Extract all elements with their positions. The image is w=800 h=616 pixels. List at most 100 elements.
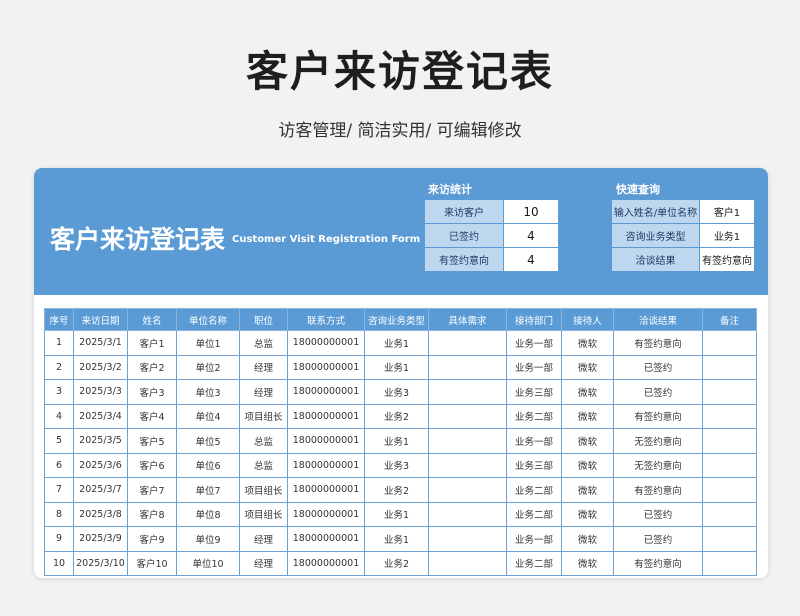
col-index-cell[interactable]: 8 (44, 501, 74, 527)
col-department-cell[interactable]: 业务一部 (506, 428, 562, 454)
col-receptionist-cell[interactable]: 微软 (561, 452, 614, 478)
col-department-cell[interactable]: 业务二部 (506, 403, 562, 429)
col-company-cell[interactable]: 单位4 (176, 403, 240, 429)
col-result-cell[interactable]: 已签约 (613, 526, 703, 552)
col-index-cell[interactable]: 5 (44, 428, 74, 454)
col-remark-cell[interactable] (702, 403, 757, 429)
col-company-cell[interactable]: 单位1 (176, 330, 240, 356)
col-visit-date-cell[interactable]: 2025/3/8 (73, 501, 128, 527)
query-business-input[interactable]: 业务1 (699, 223, 755, 248)
col-index-cell[interactable]: 4 (44, 403, 74, 429)
col-company-cell[interactable]: 单位7 (176, 477, 240, 503)
col-department-cell[interactable]: 业务二部 (506, 501, 562, 527)
col-receptionist-cell[interactable]: 微软 (561, 428, 614, 454)
col-contact-cell[interactable]: 18000000001 (287, 477, 365, 503)
col-business-type-cell[interactable]: 业务3 (364, 379, 429, 405)
col-result-cell[interactable]: 无签约意向 (613, 428, 703, 454)
col-contact-cell[interactable]: 18000000001 (287, 550, 365, 576)
col-name-cell[interactable]: 客户10 (127, 550, 177, 576)
col-remark-cell[interactable] (702, 330, 757, 356)
col-business-type-cell[interactable]: 业务1 (364, 526, 429, 552)
col-name-cell[interactable]: 客户4 (127, 403, 177, 429)
col-receptionist-cell[interactable]: 微软 (561, 403, 614, 429)
col-requirement-cell[interactable] (428, 403, 507, 429)
col-name-cell[interactable]: 客户5 (127, 428, 177, 454)
col-result-cell[interactable]: 有签约意向 (613, 330, 703, 356)
col-requirement-cell[interactable] (428, 550, 507, 576)
col-result-cell[interactable]: 无签约意向 (613, 452, 703, 478)
col-remark-cell[interactable] (702, 550, 757, 576)
col-receptionist-cell[interactable]: 微软 (561, 354, 614, 380)
col-name-cell[interactable]: 客户7 (127, 477, 177, 503)
col-department-cell[interactable]: 业务三部 (506, 379, 562, 405)
col-visit-date-cell[interactable]: 2025/3/1 (73, 330, 128, 356)
col-result-cell[interactable]: 有签约意向 (613, 550, 703, 576)
col-remark-cell[interactable] (702, 477, 757, 503)
col-result-cell[interactable]: 有签约意向 (613, 403, 703, 429)
col-index-cell[interactable]: 3 (44, 379, 74, 405)
col-result-cell[interactable]: 已签约 (613, 354, 703, 380)
col-requirement-cell[interactable] (428, 452, 507, 478)
col-contact-cell[interactable]: 18000000001 (287, 403, 365, 429)
col-department-cell[interactable]: 业务一部 (506, 354, 562, 380)
col-business-type-cell[interactable]: 业务2 (364, 550, 429, 576)
col-contact-cell[interactable]: 18000000001 (287, 428, 365, 454)
col-business-type-cell[interactable]: 业务1 (364, 501, 429, 527)
col-position-cell[interactable]: 经理 (239, 379, 288, 405)
col-position-cell[interactable]: 项目组长 (239, 403, 288, 429)
col-visit-date-cell[interactable]: 2025/3/9 (73, 526, 128, 552)
col-remark-cell[interactable] (702, 428, 757, 454)
col-position-cell[interactable]: 总监 (239, 452, 288, 478)
col-department-cell[interactable]: 业务二部 (506, 550, 562, 576)
col-remark-cell[interactable] (702, 354, 757, 380)
col-receptionist-cell[interactable]: 微软 (561, 477, 614, 503)
col-contact-cell[interactable]: 18000000001 (287, 354, 365, 380)
col-contact-cell[interactable]: 18000000001 (287, 330, 365, 356)
col-index-cell[interactable]: 6 (44, 452, 74, 478)
col-index-cell[interactable]: 9 (44, 526, 74, 552)
stats-value[interactable]: 4 (503, 223, 559, 248)
query-name-input[interactable]: 客户1 (699, 199, 755, 224)
col-result-cell[interactable]: 有签约意向 (613, 477, 703, 503)
col-position-cell[interactable]: 总监 (239, 330, 288, 356)
col-visit-date-cell[interactable]: 2025/3/10 (73, 550, 128, 576)
col-position-cell[interactable]: 经理 (239, 354, 288, 380)
col-visit-date-cell[interactable]: 2025/3/2 (73, 354, 128, 380)
col-department-cell[interactable]: 业务一部 (506, 330, 562, 356)
col-business-type-cell[interactable]: 业务1 (364, 428, 429, 454)
col-business-type-cell[interactable]: 业务2 (364, 403, 429, 429)
col-position-cell[interactable]: 项目组长 (239, 477, 288, 503)
col-remark-cell[interactable] (702, 452, 757, 478)
col-name-cell[interactable]: 客户6 (127, 452, 177, 478)
col-business-type-cell[interactable]: 业务1 (364, 330, 429, 356)
col-company-cell[interactable]: 单位8 (176, 501, 240, 527)
col-index-cell[interactable]: 2 (44, 354, 74, 380)
col-company-cell[interactable]: 单位2 (176, 354, 240, 380)
col-visit-date-cell[interactable]: 2025/3/7 (73, 477, 128, 503)
col-result-cell[interactable]: 已签约 (613, 501, 703, 527)
col-company-cell[interactable]: 单位5 (176, 428, 240, 454)
col-contact-cell[interactable]: 18000000001 (287, 501, 365, 527)
col-department-cell[interactable]: 业务三部 (506, 452, 562, 478)
col-visit-date-cell[interactable]: 2025/3/3 (73, 379, 128, 405)
col-name-cell[interactable]: 客户2 (127, 354, 177, 380)
col-requirement-cell[interactable] (428, 526, 507, 552)
col-requirement-cell[interactable] (428, 330, 507, 356)
col-remark-cell[interactable] (702, 501, 757, 527)
col-visit-date-cell[interactable]: 2025/3/5 (73, 428, 128, 454)
col-position-cell[interactable]: 项目组长 (239, 501, 288, 527)
col-requirement-cell[interactable] (428, 379, 507, 405)
col-receptionist-cell[interactable]: 微软 (561, 379, 614, 405)
col-receptionist-cell[interactable]: 微软 (561, 550, 614, 576)
col-company-cell[interactable]: 单位3 (176, 379, 240, 405)
stats-value[interactable]: 4 (503, 247, 559, 272)
col-position-cell[interactable]: 总监 (239, 428, 288, 454)
col-name-cell[interactable]: 客户9 (127, 526, 177, 552)
col-visit-date-cell[interactable]: 2025/3/4 (73, 403, 128, 429)
col-result-cell[interactable]: 已签约 (613, 379, 703, 405)
col-department-cell[interactable]: 业务一部 (506, 526, 562, 552)
col-position-cell[interactable]: 经理 (239, 550, 288, 576)
col-business-type-cell[interactable]: 业务2 (364, 477, 429, 503)
col-receptionist-cell[interactable]: 微软 (561, 330, 614, 356)
col-visit-date-cell[interactable]: 2025/3/6 (73, 452, 128, 478)
